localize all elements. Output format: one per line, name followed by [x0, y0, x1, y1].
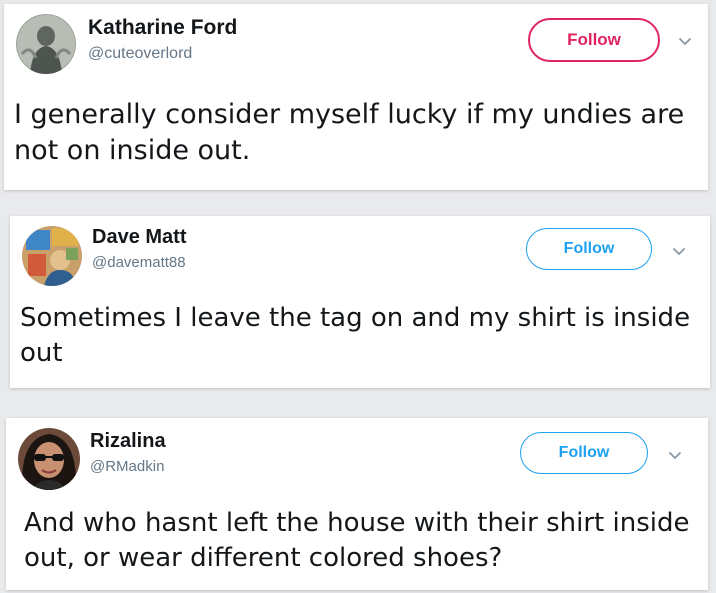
- follow-button[interactable]: Follow: [526, 228, 652, 270]
- user-handle[interactable]: @RMadkin: [90, 458, 164, 475]
- tweet-text: I generally consider myself lucky if my …: [14, 99, 685, 166]
- avatar[interactable]: [22, 226, 82, 286]
- chevron-down-icon[interactable]: [670, 242, 688, 260]
- tweet-card: Dave Matt @davematt88 Follow Sometimes I…: [10, 216, 710, 388]
- display-name[interactable]: Katharine Ford: [88, 16, 237, 40]
- avatar[interactable]: [18, 428, 80, 490]
- tweet-card: Rizalina @RMadkin Follow And who hasnt l…: [6, 418, 708, 590]
- display-name[interactable]: Rizalina: [90, 430, 166, 453]
- tweet-text: Sometimes I leave the tag on and my shir…: [20, 303, 691, 368]
- follow-button[interactable]: Follow: [520, 432, 648, 474]
- user-handle[interactable]: @davematt88: [92, 254, 186, 271]
- tweet-text: And who hasnt left the house with their …: [24, 508, 690, 573]
- chevron-down-icon[interactable]: [666, 446, 684, 464]
- avatar[interactable]: [16, 14, 76, 74]
- tweet-card: Katharine Ford @cuteoverlord Follow I ge…: [4, 4, 708, 190]
- display-name[interactable]: Dave Matt: [92, 226, 186, 249]
- chevron-down-icon[interactable]: [676, 32, 694, 50]
- user-handle[interactable]: @cuteoverlord: [88, 45, 192, 63]
- follow-button[interactable]: Follow: [528, 18, 660, 62]
